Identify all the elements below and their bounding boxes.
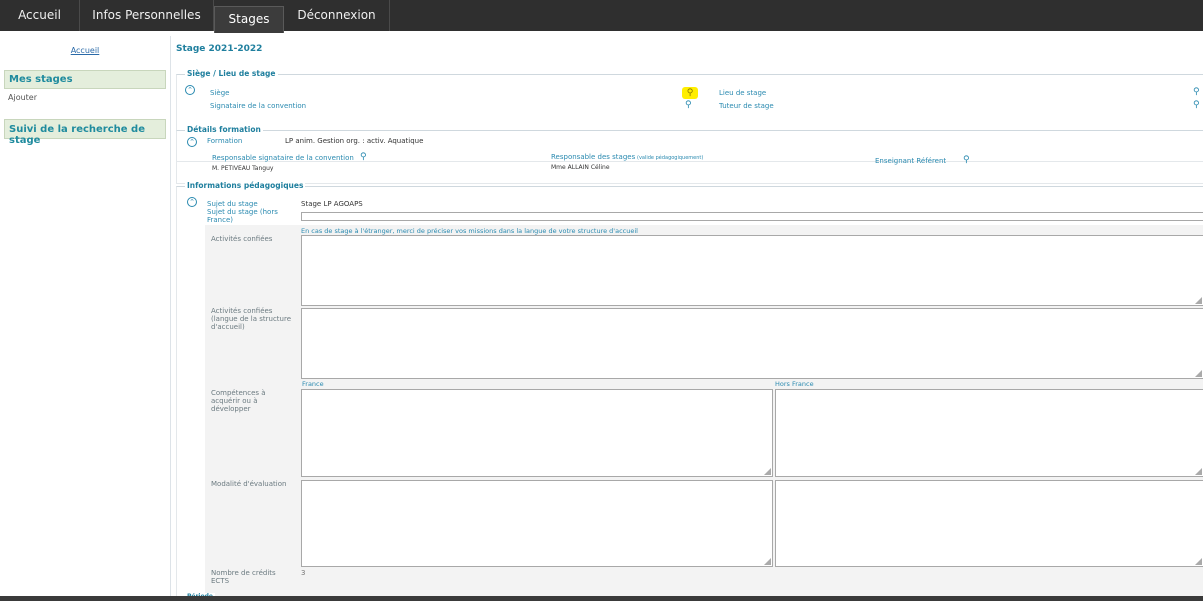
competences-hors-france-textarea[interactable] xyxy=(775,389,1203,477)
collapse-pedago-icon[interactable]: ⌃ xyxy=(187,197,197,207)
main-content: Stage 2021-2022 Siège / Lieu de stage ⌃ … xyxy=(176,36,1203,601)
competences-france-textarea[interactable] xyxy=(301,389,773,477)
label-competences: Compétences à acquérir ou à développer xyxy=(211,389,266,413)
signataire-search-key-icon[interactable]: ⚲ xyxy=(685,100,692,110)
lieu-search-key-icon[interactable]: ⚲ xyxy=(1193,87,1200,97)
col-header-hors-france: Hors France xyxy=(775,380,814,388)
fieldset-pedago: Informations pédagogiques ⌃ Sujet du sta… xyxy=(176,181,1203,599)
activites-textarea[interactable] xyxy=(301,235,1203,306)
activites-langue-textarea[interactable] xyxy=(301,308,1203,379)
label-modalite: Modalité d'évaluation xyxy=(211,480,287,488)
page-title: Stage 2021-2022 xyxy=(176,44,263,54)
value-resp-stages: Mme ALLAIN Céline xyxy=(551,164,610,171)
sidebar-section-mes-stages[interactable]: Mes stages xyxy=(4,70,166,89)
tab-stages[interactable]: Stages xyxy=(214,6,284,33)
label-formation: Formation xyxy=(207,137,243,145)
label-lieu-stage: Lieu de stage xyxy=(719,89,767,97)
tuteur-search-key-icon[interactable]: ⚲ xyxy=(1193,100,1200,110)
sidebar-home-link[interactable]: Accueil xyxy=(4,46,166,60)
fieldset-formation: Détails formation ⌃ Formation LP anim. G… xyxy=(176,125,1203,184)
sidebar-section-suivi-recherche[interactable]: Suivi de la recherche de stage xyxy=(4,119,166,146)
tab-accueil[interactable]: Accueil xyxy=(0,0,80,31)
label-activites-langue: Activités confiées (langue de la structu… xyxy=(211,307,292,331)
top-nav-bar: Accueil Infos Personnelles Stages Déconn… xyxy=(0,0,1203,33)
label-ects: Nombre de crédits ECTS xyxy=(211,569,276,585)
value-ects: 3 xyxy=(301,569,306,577)
label-resp-stages: Responsable des stages xyxy=(551,153,636,161)
legend-siege: Siège / Lieu de stage xyxy=(185,69,278,78)
label-signataire: Signataire de la convention xyxy=(210,102,307,110)
sidebar: Accueil Mes stages Ajouter Suivi de la r… xyxy=(4,40,166,146)
legend-pedago: Informations pédagogiques xyxy=(185,181,306,190)
modalite-france-textarea[interactable] xyxy=(301,480,773,567)
bottom-bar xyxy=(0,596,1203,601)
sujet-hors-france-input[interactable] xyxy=(301,212,1203,221)
siege-search-key-icon[interactable]: ⚲ xyxy=(682,87,698,99)
label-resp-signataire: Responsable signataire de la convention xyxy=(212,154,354,162)
note-resp-stages: (valide pédagogiquement) xyxy=(637,155,704,161)
label-tuteur: Tuteur de stage xyxy=(719,102,774,110)
tab-deconnexion[interactable]: Déconnexion xyxy=(284,0,390,31)
col-header-france: France xyxy=(302,380,324,388)
value-formation: LP anim. Gestion org. : activ. Aquatique xyxy=(285,137,424,145)
label-siege: Siège xyxy=(210,89,230,97)
resp-signataire-key-icon[interactable]: ⚲ xyxy=(360,152,367,162)
label-sujet: Sujet du stage xyxy=(207,200,258,208)
legend-formation: Détails formation xyxy=(185,125,263,134)
value-resp-signataire: M. PETIVEAU Tanguy xyxy=(212,165,274,172)
label-sujet-hors-france: Sujet du stage (hors France) xyxy=(207,208,278,224)
label-enseignant-referent: Enseignant Référent xyxy=(875,157,947,165)
enseignant-key-icon[interactable]: ⚲ xyxy=(963,155,970,165)
modalite-hors-france-textarea[interactable] xyxy=(775,480,1203,567)
label-activites: Activités confiées xyxy=(211,235,273,243)
sidebar-item-ajouter[interactable]: Ajouter xyxy=(4,89,166,107)
tab-infos-personnelles[interactable]: Infos Personnelles xyxy=(80,0,214,31)
collapse-siege-icon[interactable]: ⌃ xyxy=(185,85,195,95)
hint-etranger: En cas de stage à l'étranger, merci de p… xyxy=(301,227,638,235)
sidebar-divider xyxy=(170,36,171,596)
collapse-formation-icon[interactable]: ⌃ xyxy=(187,137,197,147)
value-sujet: Stage LP AGOAPS xyxy=(301,200,363,208)
